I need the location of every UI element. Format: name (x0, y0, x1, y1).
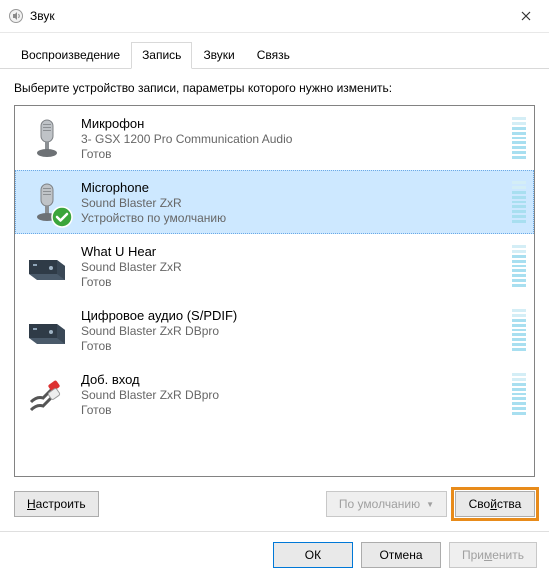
tab-communications[interactable]: Связь (246, 42, 301, 69)
device-row[interactable]: Цифровое аудио (S/PDIF)Sound Blaster ZxR… (15, 298, 534, 362)
box-icon (23, 242, 71, 290)
device-name: Доб. вход (81, 372, 512, 387)
cable-icon (23, 370, 71, 418)
device-text: Доб. входSound Blaster ZxR DBproГотов (71, 370, 512, 417)
action-buttons: Настроить По умолчанию ▼ Свойства (0, 477, 549, 517)
sound-icon (8, 8, 24, 24)
prompt-text: Выберите устройство записи, параметры ко… (14, 81, 535, 95)
device-list: Микрофон3- GSX 1200 Pro Communication Au… (14, 105, 535, 477)
device-name: What U Hear (81, 244, 512, 259)
mic-icon (23, 114, 71, 162)
tab-content: Выберите устройство записи, параметры ко… (0, 69, 549, 477)
device-status: Готов (81, 339, 512, 353)
close-button[interactable] (503, 0, 549, 32)
device-row[interactable]: What U HearSound Blaster ZxRГотов (15, 234, 534, 298)
titlebar: Звук (0, 0, 549, 33)
device-row[interactable]: MicrophoneSound Blaster ZxRУстройство по… (15, 170, 534, 234)
cancel-button[interactable]: Отмена (361, 542, 441, 568)
configure-button[interactable]: Настроить (14, 491, 99, 517)
device-text: What U HearSound Blaster ZxRГотов (71, 242, 512, 289)
tab-recording[interactable]: Запись (131, 42, 192, 69)
device-name: Microphone (81, 180, 512, 195)
properties-label: Свойства (469, 497, 522, 511)
configure-label: Настроить (27, 497, 86, 511)
device-row[interactable]: Доб. входSound Blaster ZxR DBproГотов (15, 362, 534, 426)
device-status: Готов (81, 403, 512, 417)
device-name: Микрофон (81, 116, 512, 131)
device-desc: Sound Blaster ZxR (81, 260, 512, 274)
tab-playback[interactable]: Воспроизведение (10, 42, 131, 69)
device-desc: 3- GSX 1200 Pro Communication Audio (81, 132, 512, 146)
tab-sounds[interactable]: Звуки (192, 42, 245, 69)
properties-button[interactable]: Свойства (455, 491, 535, 517)
set-default-button: По умолчанию ▼ (326, 491, 447, 517)
device-status: Устройство по умолчанию (81, 211, 512, 225)
device-row[interactable]: Микрофон3- GSX 1200 Pro Communication Au… (15, 106, 534, 170)
level-meter (512, 117, 526, 159)
device-text: Микрофон3- GSX 1200 Pro Communication Au… (71, 114, 512, 161)
ok-button[interactable]: ОК (273, 542, 353, 568)
device-status: Готов (81, 275, 512, 289)
tab-strip: Воспроизведение Запись Звуки Связь (0, 33, 549, 69)
box-icon (23, 306, 71, 354)
device-desc: Sound Blaster ZxR (81, 196, 512, 210)
set-default-label: По умолчанию (339, 497, 420, 511)
apply-label: Применить (462, 548, 524, 562)
device-desc: Sound Blaster ZxR DBpro (81, 324, 512, 338)
window-title: Звук (30, 9, 503, 23)
device-text: MicrophoneSound Blaster ZxRУстройство по… (71, 178, 512, 225)
mic-icon (23, 178, 71, 226)
level-meter (512, 181, 526, 223)
device-name: Цифровое аудио (S/PDIF) (81, 308, 512, 323)
level-meter (512, 309, 526, 351)
device-status: Готов (81, 147, 512, 161)
chevron-down-icon: ▼ (426, 500, 434, 509)
device-text: Цифровое аудио (S/PDIF)Sound Blaster ZxR… (71, 306, 512, 353)
device-desc: Sound Blaster ZxR DBpro (81, 388, 512, 402)
default-check-icon (51, 206, 73, 228)
level-meter (512, 373, 526, 415)
dialog-buttons: ОК Отмена Применить (0, 532, 549, 578)
level-meter (512, 245, 526, 287)
apply-button[interactable]: Применить (449, 542, 537, 568)
